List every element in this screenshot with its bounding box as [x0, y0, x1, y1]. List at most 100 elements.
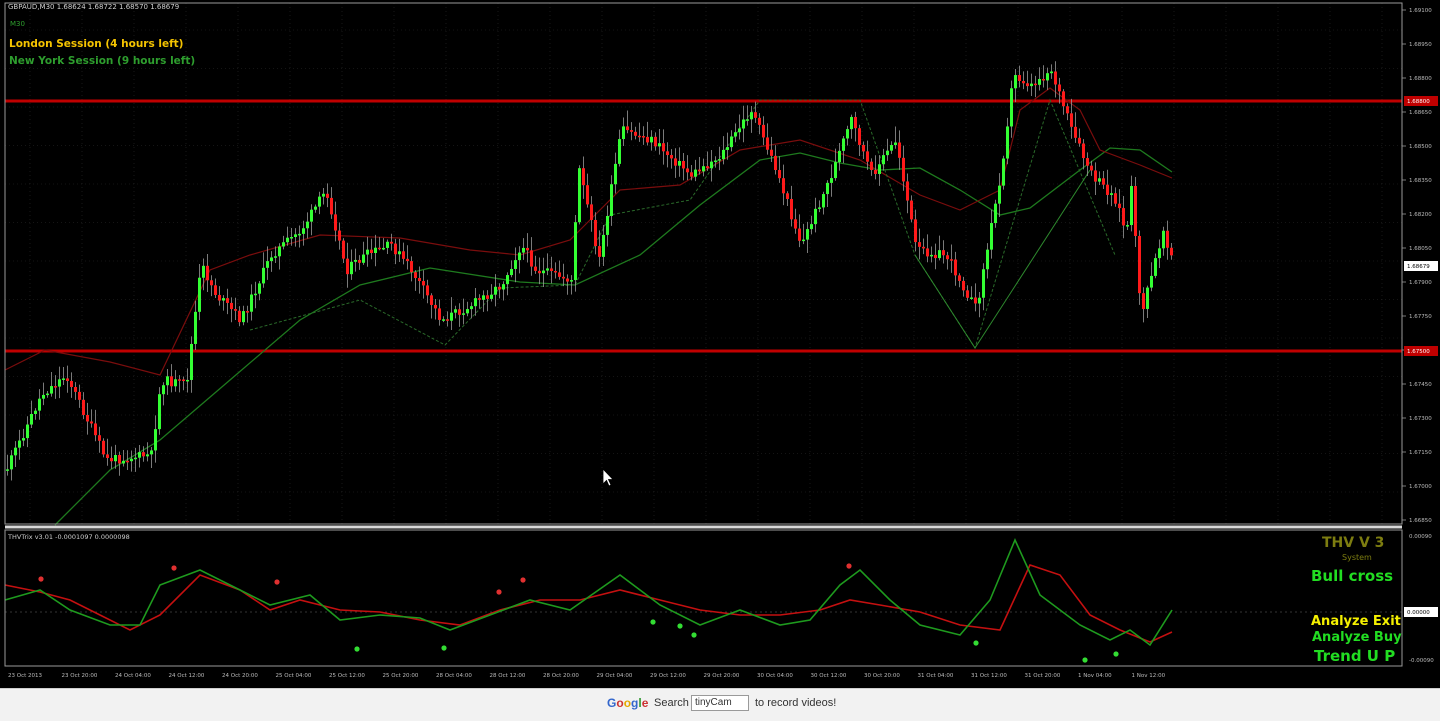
candle-body	[942, 250, 945, 256]
support-resistance-lines[interactable]	[5, 99, 1402, 353]
candle-body	[338, 230, 341, 241]
candle-body	[1058, 84, 1061, 92]
london-session-label: London Session (4 hours left)	[9, 38, 184, 50]
candle-body	[1034, 83, 1037, 86]
time-axis-label: 29 Oct 12:00	[650, 673, 686, 679]
candle-body	[1142, 293, 1145, 309]
candle-body	[406, 258, 409, 262]
candle-body	[1154, 258, 1157, 276]
candle-body	[318, 196, 321, 207]
main-chart-frame	[4, 2, 1403, 525]
time-axis-label: 31 Oct 04:00	[918, 673, 954, 679]
candle-body	[26, 424, 29, 439]
candle-body	[202, 265, 205, 278]
candle-body	[706, 166, 709, 169]
candle-body	[222, 298, 225, 301]
time-axis-label: 24 Oct 04:00	[115, 673, 151, 679]
time-axis-label: 1 Nov 04:00	[1078, 673, 1112, 679]
candle-body	[670, 155, 673, 159]
candle-body	[1138, 235, 1141, 294]
candle-body	[1126, 225, 1129, 227]
candle-body	[626, 126, 629, 131]
time-axis-label: 1 Nov 12:00	[1132, 673, 1166, 679]
candle-body	[1022, 80, 1025, 84]
candle-body	[746, 119, 749, 121]
candle-body	[762, 124, 765, 138]
candle-body	[274, 256, 277, 258]
candle-body	[1166, 230, 1169, 248]
candle-body	[542, 270, 545, 274]
candle-body	[102, 440, 105, 455]
candle-body	[270, 257, 273, 262]
candle-body	[810, 224, 813, 230]
candle-body	[18, 440, 21, 448]
new-york-session-label: New York Session (9 hours left)	[9, 55, 196, 67]
candle-body	[742, 119, 745, 129]
chart-canvas[interactable]: 1.69100 1.68950 1.68800 1.68650 1.68500 1.683…	[0, 0, 1440, 688]
candle-body	[690, 172, 693, 177]
candle-body	[506, 275, 509, 285]
time-axis-label: 30 Oct 04:00	[757, 673, 793, 679]
candle-body	[514, 260, 517, 269]
candle-body	[938, 250, 941, 259]
chart-window[interactable]: 1.69100 1.68950 1.68800 1.68650 1.68500 1.683…	[0, 0, 1440, 688]
candle-body	[1002, 158, 1005, 186]
indicator-frame	[4, 529, 1403, 667]
candle-body	[874, 170, 877, 174]
candle-body	[930, 254, 933, 257]
trend-line	[914, 169, 1091, 349]
candle-body	[150, 450, 153, 455]
candle-body	[918, 242, 921, 247]
candle-body	[498, 286, 501, 290]
candle-body	[870, 161, 873, 171]
candle-body	[826, 182, 829, 195]
symbol-header: GBPAUD,M30 1.68624 1.68722 1.68570 1.686…	[8, 3, 180, 11]
search-label: Search	[654, 697, 689, 709]
candle-body	[678, 160, 681, 166]
indicator-zero-tag: 0.00000	[1407, 610, 1430, 616]
time-axis-label: 25 Oct 12:00	[329, 673, 365, 679]
candle-body	[834, 162, 837, 179]
candle-body	[1030, 83, 1033, 87]
candle-body	[158, 394, 161, 430]
candle-body	[858, 128, 861, 145]
buy-signal-dot	[354, 646, 360, 652]
candle-body	[662, 143, 665, 152]
candle-body	[314, 206, 317, 210]
candle-body	[458, 309, 461, 315]
candle-body	[370, 249, 373, 254]
candle-body	[518, 252, 521, 261]
candle-body	[886, 150, 889, 156]
candle-body	[82, 399, 85, 415]
candle-body	[658, 143, 661, 147]
candle-body	[962, 280, 965, 291]
candle-body	[510, 268, 513, 276]
candle-body	[1038, 79, 1041, 85]
candle-body	[46, 393, 49, 396]
candle-body	[634, 131, 637, 136]
candle-body	[602, 234, 605, 257]
search-input[interactable]: tinyCam	[691, 695, 749, 711]
time-axis-label: 23 Oct 20:00	[62, 673, 98, 679]
candle-body	[1162, 230, 1165, 249]
candle-body	[638, 135, 641, 138]
candle-body	[606, 215, 609, 235]
candle-body	[322, 193, 325, 197]
candle-body	[74, 387, 77, 392]
candle-body	[490, 294, 493, 299]
candle-body	[698, 169, 701, 172]
candle-body	[442, 319, 445, 321]
candle-body	[482, 295, 485, 300]
buy-signal-dot	[1113, 651, 1119, 657]
price-axis-label: 1.68350	[1409, 178, 1432, 184]
candle-body	[298, 233, 301, 236]
candle-body	[130, 458, 133, 462]
candle-body	[738, 128, 741, 133]
candle-body	[914, 219, 917, 243]
candle-body	[686, 168, 689, 173]
candle-body	[386, 241, 389, 248]
candle-body	[1010, 88, 1013, 127]
candle-body	[958, 275, 961, 281]
candle-body	[850, 116, 853, 130]
candle-body	[362, 254, 365, 263]
